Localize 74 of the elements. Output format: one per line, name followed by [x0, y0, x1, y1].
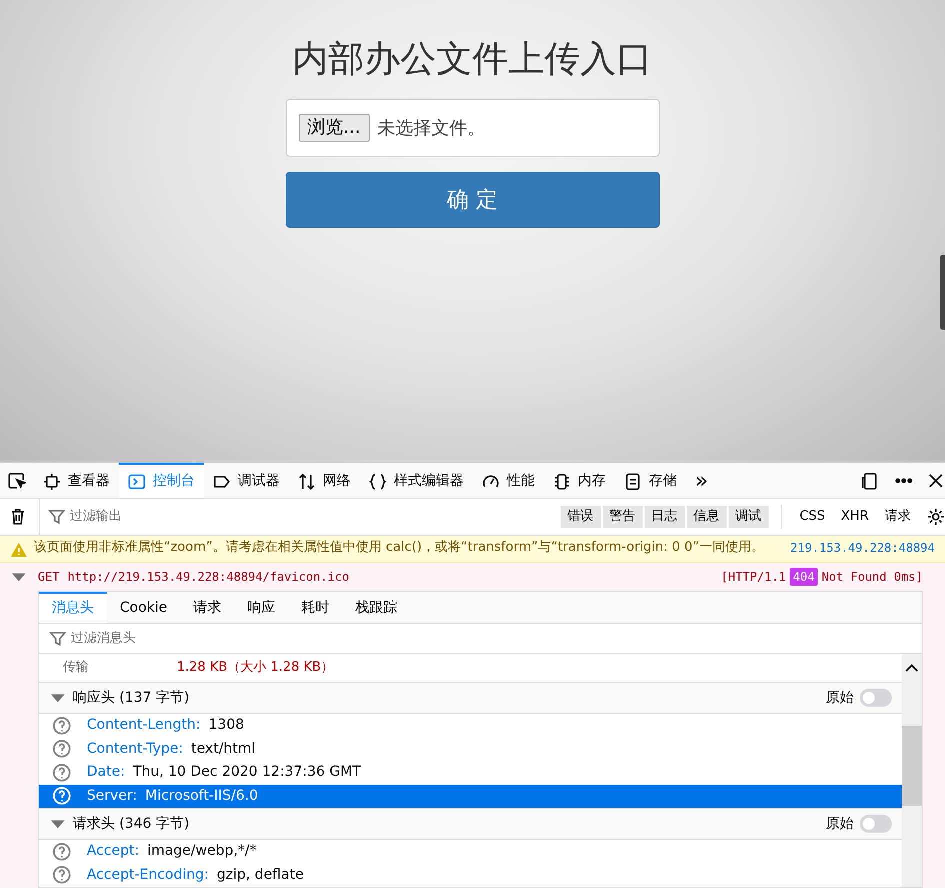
help-icon — [53, 787, 71, 806]
funnel-icon — [48, 508, 66, 526]
detail-tab[interactable]: 栈跟踪 — [342, 592, 411, 623]
detail-tab[interactable]: 耗时 — [288, 592, 343, 623]
devtools-tab[interactable]: 样式编辑器 — [360, 463, 473, 498]
browse-button[interactable]: 浏览... — [298, 114, 370, 142]
devtools-tab[interactable]: 调试器 — [204, 463, 289, 498]
request-url[interactable]: http://219.153.49.228:48894/favicon.ico — [68, 568, 722, 586]
level-filter-button[interactable]: 错误 — [560, 506, 601, 528]
more-tabs-button[interactable]: » — [686, 463, 718, 498]
header-row[interactable]: Content-Length: 1308 — [39, 714, 902, 738]
page-title: 内部办公文件上传入口 — [292, 38, 652, 82]
filter-field[interactable]: 过滤输出 — [39, 499, 561, 535]
warning-message: 该页面使用非标准属性“zoom”。请考虑在相关属性值中使用 calc()，或将“transform”与“transform-origin: 0 0”一同使用。 — [34, 539, 766, 557]
section-title[interactable]: 响应头 (137 字节) — [73, 688, 820, 708]
gauge-icon — [482, 472, 500, 490]
raw-toggle[interactable] — [860, 815, 892, 833]
section-title[interactable]: 请求头 (346 字节) — [73, 814, 820, 834]
level-filter-button[interactable]: 警告 — [602, 506, 643, 528]
type-filter-button[interactable]: CSS — [792, 507, 834, 527]
braces-icon — [369, 472, 387, 490]
chip-icon — [553, 472, 571, 490]
picker-icon[interactable] — [8, 472, 26, 490]
warning-icon — [10, 541, 28, 559]
header-row[interactable]: Server: Microsoft-IIS/6.0 — [39, 784, 902, 808]
header-row[interactable]: Date: Thu, 10 Dec 2020 12:37:36 GMT — [39, 761, 902, 784]
raw-toggle[interactable] — [860, 689, 892, 707]
transfer-value: 1.28 KB（大小 1.28 KB） — [177, 659, 334, 678]
side-handle[interactable] — [940, 255, 945, 330]
type-filter-button[interactable]: 请求 — [877, 507, 919, 527]
status-badge: 404 — [790, 568, 818, 586]
help-icon — [53, 740, 71, 758]
source-link[interactable]: 219.153.49.228:48894 — [790, 539, 935, 559]
help-icon — [53, 866, 71, 884]
dock-icon[interactable] — [861, 472, 879, 490]
submit-button[interactable]: 确 定 — [286, 172, 660, 228]
console-icon — [128, 472, 146, 490]
close-icon[interactable] — [927, 472, 945, 490]
detail-tab[interactable]: 请求 — [180, 592, 235, 623]
type-filter-button[interactable]: XHR — [833, 507, 877, 527]
inspector-icon — [43, 472, 61, 490]
http-version: [HTTP/1.1 — [721, 569, 786, 586]
raw-label: 原始 — [826, 688, 854, 708]
raw-label: 原始 — [826, 814, 854, 834]
arrows-icon — [298, 472, 316, 490]
devtools-tab[interactable]: 存储 — [615, 463, 686, 498]
detail-tab[interactable]: Cookie — [107, 592, 181, 623]
header-row[interactable]: Accept: image/webp,*/* — [39, 840, 902, 864]
request-method: GET — [38, 569, 60, 586]
file-status: 未选择文件。 — [378, 116, 486, 141]
detail-tab[interactable]: 消息头 — [39, 592, 107, 623]
devtools-tab[interactable]: 查看器 — [34, 463, 119, 498]
header-row[interactable]: Content-Type: text/html — [39, 738, 902, 761]
devtools-tab[interactable]: 控制台 — [119, 463, 204, 498]
trash-icon[interactable] — [9, 508, 27, 526]
level-filter-button[interactable]: 信息 — [686, 506, 727, 528]
header-row[interactable]: Accept-Encoding: gzip, deflate — [39, 864, 902, 887]
scrollbar[interactable] — [902, 654, 922, 887]
file-input[interactable]: 浏览... 未选择文件。 — [286, 99, 660, 158]
funnel-icon — [49, 630, 67, 648]
help-icon — [53, 842, 71, 861]
level-filter-button[interactable]: 调试 — [728, 506, 769, 528]
header-filter-field[interactable]: 过滤消息头 — [39, 624, 922, 654]
detail-tab[interactable]: 响应 — [234, 592, 289, 623]
storage-icon — [624, 472, 642, 490]
transfer-label: 传输 — [63, 659, 89, 678]
devtools-tab[interactable]: 内存 — [544, 463, 615, 498]
status-text: Not Found 0ms] — [822, 569, 923, 586]
devtools-tab[interactable]: 性能 — [473, 463, 544, 498]
devtools-tab[interactable]: 网络 — [289, 463, 360, 498]
help-icon — [53, 764, 71, 782]
level-filter-button[interactable]: 日志 — [644, 506, 685, 528]
help-icon — [53, 716, 71, 735]
settings-icon[interactable] — [927, 508, 945, 526]
